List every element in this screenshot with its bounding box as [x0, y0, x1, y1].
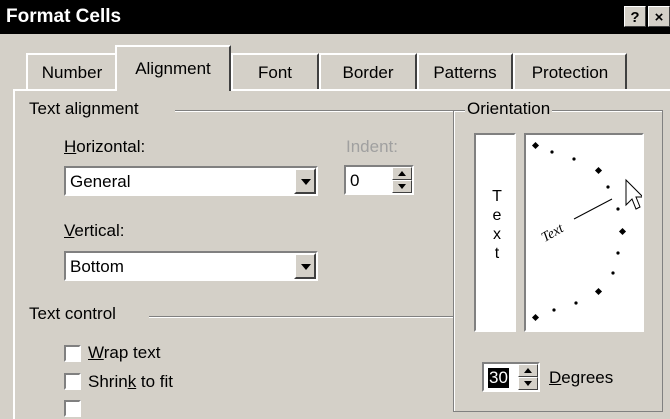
vertical-dropdown[interactable]: Bottom [64, 251, 318, 281]
text-alignment-group-label: Text alignment [29, 99, 139, 118]
vertical-text-char: e [492, 207, 502, 224]
label-text: to fit [136, 372, 174, 391]
text-control-group-label: Text control [29, 304, 116, 323]
spin-down-button[interactable] [392, 180, 412, 193]
horizontal-dropdown[interactable]: General [64, 166, 318, 196]
vertical-text-char: T [492, 188, 502, 205]
down-arrow-icon [398, 184, 406, 189]
access-key: k [127, 372, 137, 391]
spin-down-button[interactable] [518, 377, 538, 390]
divider [149, 316, 453, 318]
dial-dot [606, 185, 610, 189]
label-text: Shrin [88, 372, 128, 391]
spin-up-button[interactable] [518, 364, 538, 377]
vertical-text: T e x t [487, 187, 507, 263]
dial-dot [616, 251, 620, 255]
down-arrow-icon [524, 381, 532, 386]
tab-number[interactable]: Number [26, 53, 118, 89]
label-text: ertical: [74, 221, 125, 240]
window-title: Format Cells [6, 6, 122, 27]
dial-diamond [618, 227, 627, 236]
dial-dot [611, 271, 615, 275]
chevron-down-icon [301, 179, 311, 185]
tab-label: Protection [531, 63, 609, 82]
vertical-text-char: t [494, 245, 500, 262]
alignment-panel: Text alignment Horizontal: Indent: Gener… [13, 89, 670, 419]
vertical-value: Bottom [70, 257, 124, 276]
spin-up-button[interactable] [392, 167, 412, 180]
tab-label: Number [41, 63, 103, 82]
vertical-text-box[interactable]: T e x t [474, 133, 516, 332]
vertical-text-char: x [493, 226, 501, 243]
tab-protection[interactable]: Protection [513, 53, 627, 89]
tab-label: Alignment [135, 59, 211, 78]
access-key: H [64, 137, 77, 156]
degrees-value: 30 [488, 368, 509, 388]
dial-pointer-line [573, 198, 613, 220]
degrees-label: Degrees [549, 368, 613, 388]
horizontal-label: Horizontal: [64, 137, 145, 157]
orientation-group-label: Orientation [465, 99, 553, 119]
shrink-to-fit-checkbox[interactable] [64, 373, 81, 390]
dial-diamond [531, 313, 540, 322]
chevron-down-icon [301, 264, 311, 270]
dial-dot [550, 150, 554, 154]
wrap-text-label[interactable]: Wrap text [88, 343, 160, 363]
dial-dot [574, 301, 578, 305]
degrees-spinner[interactable]: 30 [482, 362, 540, 392]
close-button[interactable]: × [648, 6, 670, 27]
tab-label: Font [257, 63, 293, 82]
dropdown-button[interactable] [294, 253, 316, 279]
tab-label: Patterns [433, 63, 497, 82]
title-bar: Format Cells ? × [0, 0, 670, 34]
label-text: egrees [561, 368, 614, 387]
tab-border[interactable]: Border [319, 53, 417, 89]
access-key: D [549, 368, 562, 387]
orientation-dial[interactable]: Text [524, 133, 644, 332]
up-arrow-icon [398, 171, 406, 176]
tab-font[interactable]: Font [231, 53, 319, 89]
indent-label: Indent: [346, 137, 398, 156]
label-text: orizontal: [76, 137, 146, 156]
access-key: W [88, 343, 104, 362]
vertical-label: Vertical: [64, 221, 124, 241]
divider [175, 110, 453, 112]
tab-alignment[interactable]: Alignment [115, 45, 231, 91]
access-key: V [64, 221, 75, 240]
dropdown-button[interactable] [294, 168, 316, 194]
dial-dot [572, 157, 576, 161]
indent-value: 0 [350, 171, 360, 190]
mouse-cursor-icon [625, 178, 642, 210]
dial-diamond [594, 287, 603, 296]
dial-dot [616, 207, 620, 211]
help-button[interactable]: ? [624, 6, 646, 27]
up-arrow-icon [524, 368, 532, 373]
merge-cells-checkbox[interactable] [64, 400, 81, 417]
label-text: rap text [103, 343, 161, 362]
horizontal-value: General [70, 172, 131, 191]
wrap-text-checkbox[interactable] [64, 345, 81, 362]
tab-patterns[interactable]: Patterns [417, 53, 513, 89]
dial-dot [552, 308, 556, 312]
dial-diamond [531, 141, 540, 150]
indent-spinner[interactable]: 0 [344, 165, 414, 195]
tab-label: Border [342, 63, 394, 82]
dial-graphic: Text [531, 141, 642, 322]
shrink-to-fit-label[interactable]: Shrink to fit [88, 372, 173, 392]
dial-diamond [594, 166, 603, 175]
dial-text: Text [539, 221, 567, 246]
